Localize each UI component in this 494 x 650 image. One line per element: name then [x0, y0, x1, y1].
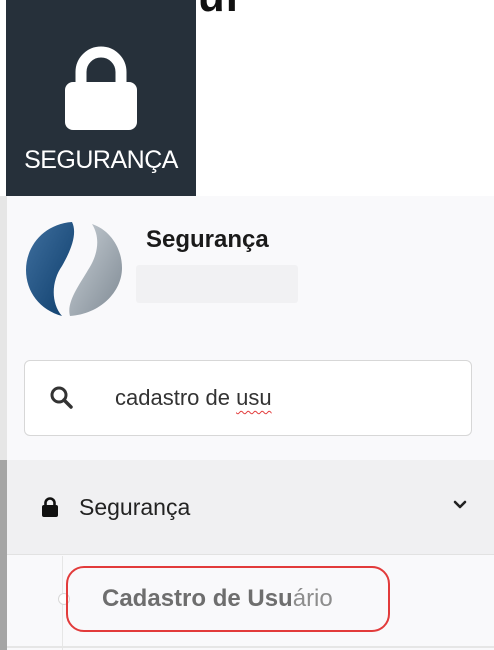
- module-tile-label: SEGURANÇA: [24, 146, 178, 174]
- search-icon: [49, 385, 75, 411]
- submenu-item-label-match: Cadastro de Usu: [102, 585, 293, 612]
- lock-icon: [41, 496, 59, 518]
- submenu-item-label-rest: ário: [292, 585, 333, 612]
- menu-search-input[interactable]: cadastro de usu: [24, 360, 472, 436]
- search-value-plain: cadastro de: [115, 385, 237, 410]
- security-module-tile[interactable]: SEGURANÇA: [6, 0, 196, 196]
- search-input-value[interactable]: cadastro de usu: [115, 385, 272, 411]
- chevron-down-icon[interactable]: [452, 498, 468, 510]
- submenu-item-cadastro-de-usuario[interactable]: Cadastro de Usu ário: [66, 566, 390, 632]
- lock-icon: [59, 44, 143, 130]
- submenu-divider: [7, 554, 494, 555]
- menu-group-label: Segurança: [79, 493, 191, 520]
- brand-logo: [22, 218, 126, 318]
- menu-group-seguranca[interactable]: Segurança: [7, 460, 494, 554]
- submenu-bottom-divider: [7, 646, 494, 648]
- sidebar-scrollbar-thumb[interactable]: [0, 460, 7, 650]
- page: gur SEGURANÇA: [0, 0, 494, 650]
- brand-title: Segurança: [146, 226, 269, 253]
- search-value-misspelled: usu: [236, 385, 272, 410]
- brand-subtitle-redacted: [136, 265, 298, 303]
